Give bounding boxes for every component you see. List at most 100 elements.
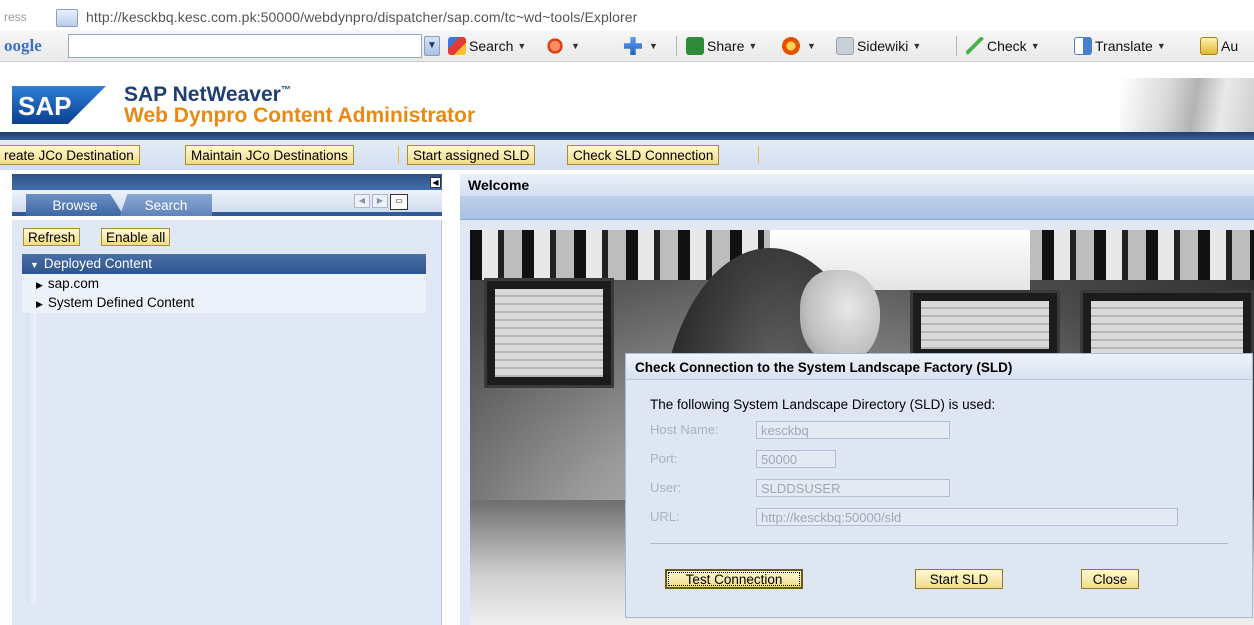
spellcheck-button[interactable]: Check ▼	[966, 36, 1040, 56]
port-label: Port:	[650, 451, 678, 466]
user-field	[756, 479, 950, 497]
header-divider	[0, 132, 1254, 140]
sap-logo-text: SAP	[18, 91, 71, 121]
google-toolbar: oogle ▼ Search ▼ ▼ ▼ Share ▼ ▼ Sidewiki …	[0, 30, 1254, 62]
content-toolbar-strip	[460, 196, 1254, 220]
dropdown-arrow-icon: ▼	[912, 41, 922, 51]
host-name-row: Host Name:	[650, 421, 1230, 439]
autofill-icon	[1200, 37, 1218, 55]
address-bar[interactable]: ress http://kesckbq.kesc.com.pk:50000/we…	[0, 5, 1254, 29]
address-url[interactable]: http://kesckbq.kesc.com.pk:50000/webdynp…	[86, 9, 637, 25]
content-title: Welcome	[460, 174, 1254, 196]
monitor	[484, 278, 614, 388]
check-sld-connection-dialog: Check Connection to the System Landscape…	[625, 353, 1253, 618]
chevron-down-icon[interactable]: ▼	[424, 36, 440, 56]
user-label: User:	[650, 480, 682, 495]
sidewiki-icon	[836, 37, 854, 55]
dropdown-arrow-icon: ▼	[748, 41, 758, 51]
bookmark-star-icon	[546, 37, 564, 55]
url-label: URL:	[650, 509, 680, 524]
panel-shadow-strip	[26, 313, 36, 603]
tree-node-deployed-content[interactable]: ▼ Deployed Content	[22, 254, 426, 274]
notification-icon	[782, 37, 800, 55]
refresh-button[interactable]: Refresh	[23, 228, 81, 246]
share-icon	[686, 37, 704, 55]
translate-button[interactable]: Translate ▼	[1074, 36, 1166, 56]
tab-scroll-right-icon[interactable]: ▶	[372, 194, 388, 208]
close-button[interactable]: Close	[1081, 569, 1139, 589]
dialog-title: Check Connection to the System Landscape…	[626, 354, 1252, 380]
port-row: Port:	[650, 450, 1230, 468]
translate-icon	[1074, 37, 1092, 55]
link-bar: reate JCo Destination Maintain JCo Desti…	[0, 140, 1254, 170]
tab-scroll-left-icon[interactable]: ◀	[354, 194, 370, 208]
start-assigned-sld-button[interactable]: Start assigned SLD	[407, 145, 536, 165]
monitor	[910, 290, 1060, 360]
maintain-jco-destinations-button[interactable]: Maintain JCo Destinations	[185, 145, 354, 165]
tab-list-icon[interactable]: ▭	[390, 194, 408, 210]
dialog-intro: The following System Landscape Directory…	[650, 397, 996, 412]
google-search-input[interactable]	[69, 35, 421, 57]
google-search-button[interactable]: Search ▼	[448, 36, 526, 56]
sidewiki-button[interactable]: Sidewiki ▼	[836, 36, 921, 56]
tree-node-system-defined-content[interactable]: ▶ System Defined Content	[22, 293, 426, 313]
header-title: SAP NetWeaver	[124, 83, 281, 106]
dropdown-arrow-icon: ▼	[1030, 41, 1040, 51]
content-tree: ▼ Deployed Content ▶ sap.com ▶ System Defin…	[22, 252, 426, 313]
expanded-arrow-icon: ▼	[30, 260, 39, 270]
sap-logo: SAP	[12, 86, 106, 124]
autofill-label: Au	[1221, 38, 1239, 54]
google-search-icon	[448, 37, 466, 55]
dropdown-arrow-icon: ▼	[1156, 41, 1166, 51]
user-row: User:	[650, 479, 1230, 497]
tab-pager: ◀ ▶ ▭	[354, 194, 424, 210]
page-icon	[56, 9, 78, 27]
panel-header-strip	[12, 174, 442, 190]
tree-node-label: sap.com	[47, 276, 99, 291]
host-name-label: Host Name:	[650, 422, 719, 437]
sidewiki-label: Sidewiki	[857, 38, 909, 54]
create-jco-destination-button[interactable]: reate JCo Destination	[0, 145, 140, 165]
dialog-divider	[650, 543, 1228, 544]
test-connection-button[interactable]: Test Connection	[665, 569, 803, 589]
check-sld-connection-button[interactable]: Check SLD Connection	[567, 145, 720, 165]
collapsed-arrow-icon: ▶	[36, 299, 43, 309]
google-search-label: Search	[469, 38, 514, 54]
spellcheck-icon	[966, 37, 984, 55]
toolbar-separator	[956, 36, 957, 56]
person-face	[800, 270, 880, 365]
header-decoration	[1120, 78, 1254, 133]
tree-node-sap-com[interactable]: ▶ sap.com	[22, 274, 426, 293]
port-field	[756, 450, 836, 468]
spellcheck-label: Check	[987, 38, 1027, 54]
tab-search[interactable]: Search	[120, 194, 212, 216]
share-button[interactable]: Share ▼	[686, 36, 757, 56]
tab-browse[interactable]: Browse	[26, 194, 124, 216]
link-separator	[398, 146, 399, 164]
dropdown-arrow-icon: ▼	[571, 41, 580, 51]
tree-node-label: Deployed Content	[43, 256, 152, 271]
link-separator	[758, 146, 759, 164]
toolbar-separator	[676, 36, 677, 56]
address-label: ress	[4, 10, 27, 24]
translate-label: Translate	[1095, 38, 1153, 54]
plus-icon	[624, 37, 642, 55]
google-logo: oogle	[4, 36, 42, 55]
url-field	[756, 508, 1178, 526]
autofill-button[interactable]: Au	[1200, 36, 1238, 56]
google-search-box[interactable]	[68, 34, 422, 58]
collapsed-arrow-icon: ▶	[36, 280, 43, 290]
enable-all-button[interactable]: Enable all	[101, 228, 171, 246]
header-subtitle: Web Dynpro Content Administrator	[124, 104, 476, 127]
host-name-field	[756, 421, 950, 439]
collapse-panel-icon[interactable]: ◀	[430, 177, 441, 188]
share-label: Share	[707, 38, 745, 54]
plus-button[interactable]: ▼	[624, 36, 658, 56]
start-sld-button[interactable]: Start SLD	[915, 569, 1003, 589]
dropdown-arrow-icon: ▼	[807, 41, 816, 51]
url-row: URL:	[650, 508, 1230, 526]
bookmark-button[interactable]: ▼	[546, 36, 580, 56]
notification-button[interactable]: ▼	[782, 36, 816, 56]
dropdown-arrow-icon: ▼	[649, 41, 658, 51]
trademark-mark: ™	[280, 85, 291, 96]
